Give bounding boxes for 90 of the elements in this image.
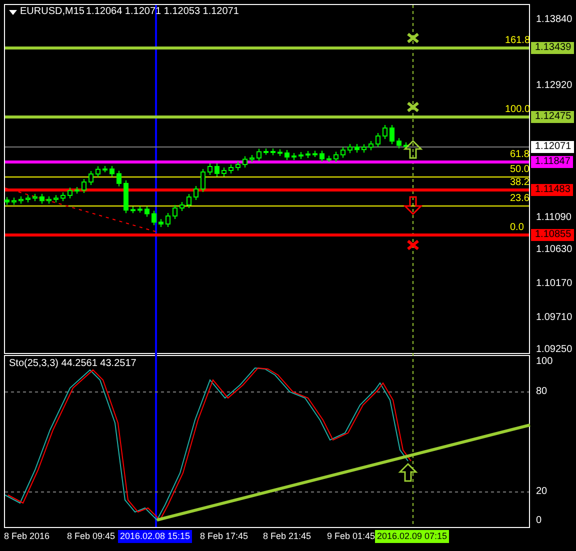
- candlestick: [158, 218, 164, 228]
- candlestick: [74, 186, 80, 194]
- price-axis-label: 1.11090: [536, 212, 572, 224]
- candlestick: [200, 168, 206, 192]
- candlestick: [368, 140, 374, 151]
- candlestick: [284, 150, 290, 160]
- indicator-axis-label: 100: [536, 356, 553, 368]
- candlestick: [250, 154, 254, 163]
- candlestick: [214, 163, 220, 177]
- price-axis-label: 1.09250: [536, 344, 572, 356]
- candlestick: [32, 193, 38, 202]
- candlestick: [110, 166, 114, 178]
- price-axis-label: 1.09710: [536, 312, 572, 324]
- candlestick: [60, 192, 66, 202]
- time-axis-label: 8 Feb 21:45: [262, 530, 312, 543]
- candlestick: [376, 132, 380, 148]
- candlestick: [348, 144, 352, 154]
- level-label: 61.8: [510, 149, 530, 161]
- cross-icon: [406, 240, 420, 250]
- candlestick: [320, 150, 324, 162]
- candlestick: [340, 146, 346, 158]
- candlestick: [222, 166, 226, 177]
- candlestick: [292, 152, 296, 160]
- candlestick: [180, 202, 184, 212]
- candlestick: [312, 150, 318, 158]
- indicator-axis-label: 80: [536, 386, 548, 398]
- candlestick: [116, 170, 122, 187]
- candlestick: [96, 166, 100, 178]
- candlestick: [4, 196, 10, 206]
- candlestick: [270, 148, 276, 156]
- candlestick: [102, 166, 108, 173]
- candlestick: [278, 148, 282, 156]
- price-tag: 1.11483: [531, 184, 574, 196]
- price-tag: 1.13439: [531, 42, 574, 54]
- candlestick: [256, 148, 262, 162]
- time-axis-label: 8 Feb 17:45: [199, 530, 250, 543]
- candlestick: [68, 187, 72, 199]
- price-tag: 1.12475: [531, 111, 574, 123]
- candlestick: [396, 138, 402, 149]
- candlestick: [264, 148, 268, 156]
- price-axis-label: 1.13840: [536, 14, 572, 26]
- price-tag: 1.12071: [531, 141, 574, 153]
- candlestick: [124, 180, 128, 214]
- level-label: 0.0: [510, 222, 524, 234]
- candlestick: [40, 193, 44, 204]
- candlestick: [26, 194, 30, 203]
- chart-symbol: EURUSD,M15: [20, 6, 84, 18]
- level-label: 50.0: [510, 164, 530, 176]
- candlestick: [88, 170, 94, 186]
- indicator-label: Sto(25,3,3) 44.2561 43.2517: [9, 358, 136, 370]
- price-axis-label: 1.10630: [536, 244, 572, 256]
- time-axis-label: 9 Feb 01:45: [326, 530, 376, 543]
- candlestick: [82, 178, 86, 194]
- price-axis-label: 1.12920: [536, 80, 572, 92]
- candlestick: [130, 206, 136, 214]
- price-tag: 1.10855: [531, 229, 574, 241]
- time-cursor-tag: 2016.02.08 15:15: [118, 530, 192, 543]
- price-axis-label: 1.10170: [536, 278, 572, 290]
- level-label: 38.2: [510, 177, 530, 189]
- candlestick: [334, 151, 338, 162]
- level-label: 23.6: [510, 193, 530, 205]
- candlestick: [12, 197, 16, 206]
- candlestick: [228, 164, 234, 174]
- candlestick: [298, 152, 304, 160]
- time-axis-label: 8 Feb 2016: [3, 530, 51, 543]
- candlestick: [194, 186, 198, 200]
- price-tag: 1.11847: [531, 156, 574, 168]
- candlestick: [186, 194, 192, 208]
- candlestick: [54, 194, 58, 203]
- time-cursor-tag: 2016.02.09 07:15: [375, 530, 450, 543]
- indicator-axis-label: 0: [536, 515, 542, 527]
- candlestick: [172, 204, 178, 220]
- indicator-axis-label: 20: [536, 486, 548, 498]
- down-arrow-icon: [403, 196, 423, 216]
- candlestick: [362, 144, 366, 154]
- candlestick: [236, 161, 240, 172]
- candlestick: [138, 206, 142, 214]
- candlestick: [152, 210, 156, 226]
- time-axis-label: 8 Feb 09:45: [66, 530, 116, 543]
- candlestick: [390, 124, 394, 145]
- candlestick: [144, 206, 150, 218]
- candlestick: [46, 196, 52, 204]
- candlestick: [242, 156, 248, 168]
- candlestick: [166, 212, 170, 228]
- candlestick: [354, 144, 360, 154]
- candlestick: [208, 163, 212, 176]
- candlestick: [306, 150, 310, 158]
- candlestick: [382, 124, 388, 140]
- candlestick: [18, 196, 24, 204]
- candlestick: [326, 155, 332, 162]
